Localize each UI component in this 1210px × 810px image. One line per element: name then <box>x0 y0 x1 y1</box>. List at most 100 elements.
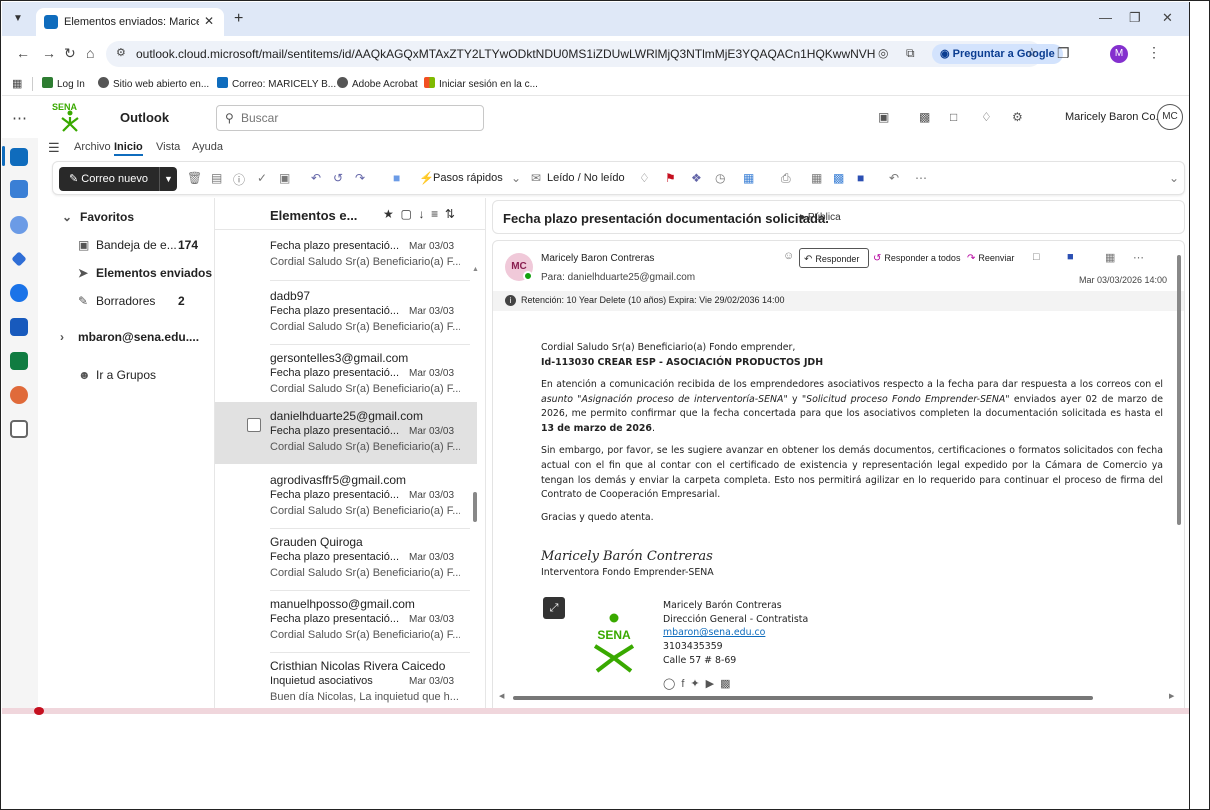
teams-icon[interactable]: ■ <box>393 171 400 185</box>
quick-steps-icon[interactable]: ⚡ <box>419 171 434 185</box>
browser-profile-avatar[interactable]: M <box>1110 45 1128 63</box>
browser-tab[interactable]: Elementos enviados: Maricely B ✕ <box>36 8 224 36</box>
tab-search-icon[interactable]: ▼ <box>10 11 26 27</box>
forward-toolbar-icon[interactable]: ↷ <box>355 171 365 185</box>
rules-icon[interactable]: ▦ <box>743 171 754 185</box>
feedback-icon[interactable]: □ <box>950 110 957 124</box>
mail-icon[interactable] <box>10 148 28 166</box>
reply-button[interactable]: ↶ Responder <box>799 248 869 268</box>
folder-inbox[interactable]: ▣ Bandeja de e... <box>78 238 177 252</box>
new-mail-button[interactable]: ✎ Correo nuevo ▼ <box>59 167 177 191</box>
search-box[interactable]: ⚲ <box>216 105 484 131</box>
instagram-icon[interactable]: ◯ <box>663 678 681 690</box>
ask-google-button[interactable]: ◉ Preguntar a Google <box>932 44 1063 64</box>
hamburger-menu-icon[interactable]: ☰ <box>48 140 60 156</box>
window-close-icon[interactable]: ✕ <box>1162 10 1173 26</box>
app-launcher-icon[interactable]: ⋯ <box>12 109 27 127</box>
filter-icon[interactable]: ≡ <box>431 207 438 221</box>
sig-email-link[interactable]: mbaron@sena.edu.co <box>663 626 808 640</box>
favorite-star-icon[interactable]: ★ <box>383 207 394 221</box>
read-unread-icon[interactable]: ✉ <box>531 171 541 185</box>
copilot-icon[interactable] <box>10 386 28 404</box>
more-apps-icon[interactable] <box>10 420 28 438</box>
bookmark-adobe[interactable]: Adobe Acrobat <box>337 77 418 90</box>
reply-all-toolbar-icon[interactable]: ↺ <box>333 171 343 185</box>
sensitivity-label[interactable]: ● Pública <box>799 212 841 223</box>
archive-icon[interactable]: ▤ <box>211 171 222 185</box>
print-icon[interactable]: ⎙ <box>781 171 791 186</box>
reply-toolbar-icon[interactable]: ↶ <box>311 171 321 185</box>
scroll-left-arrow-icon[interactable]: ◀ <box>499 692 504 700</box>
account-node[interactable]: › mbaron@sena.edu.... <box>60 330 199 344</box>
apps-grid-icon[interactable]: ▦ <box>12 77 22 90</box>
bookmark-login[interactable]: Log In <box>42 77 85 90</box>
excel-icon[interactable] <box>10 352 28 370</box>
message-checkbox[interactable] <box>247 418 261 432</box>
reading-horizontal-scrollbar[interactable] <box>513 696 1093 700</box>
sena-logo[interactable]: SENA <box>52 102 88 134</box>
emoji-reaction-icon[interactable]: ☺ <box>783 250 794 262</box>
calendar-icon[interactable] <box>10 180 28 198</box>
reply-all-button[interactable]: ↺ Responder a todos <box>873 248 960 268</box>
new-mail-dropdown-icon[interactable]: ▼ <box>159 167 177 191</box>
tab-archivo[interactable]: Archivo <box>74 141 111 153</box>
back-icon[interactable]: ← <box>16 45 30 61</box>
forward-icon[interactable]: → <box>42 45 56 61</box>
bookmark-iniciar-sesion[interactable]: Iniciar sesión en la c... <box>424 77 538 90</box>
message-item[interactable]: Grauden Quiroga Fecha plazo presentació.… <box>215 528 477 590</box>
recipient-line[interactable]: Para: danielhduarte25@gmail.com <box>541 272 695 283</box>
user-avatar[interactable]: MC <box>1157 104 1183 130</box>
bookmark-correo[interactable]: Correo: MARICELY B... <box>217 77 336 90</box>
restore-icon[interactable]: ❐ <box>1129 10 1141 26</box>
new-tab-button[interactable]: + <box>234 10 243 28</box>
acrobat-icon[interactable]: ■ <box>857 171 864 185</box>
report-icon[interactable]: ⓘ <box>233 171 245 188</box>
snooze-icon[interactable]: ◷ <box>715 171 725 185</box>
folder-drafts[interactable]: ✎ Borradores <box>78 294 155 308</box>
immersive-reader-icon[interactable]: ▩ <box>833 171 844 185</box>
message-item[interactable]: Cristhian Nicolas Rivera Caicedo Inquiet… <box>215 652 477 714</box>
word-icon[interactable] <box>10 318 28 336</box>
minimize-icon[interactable]: — <box>1099 10 1112 25</box>
teams-share-icon[interactable]: □ <box>1033 251 1040 263</box>
tracking-eye-icon[interactable]: ◎ <box>878 46 888 60</box>
install-app-icon[interactable]: ⧉ <box>906 46 915 61</box>
scroll-up-arrow-icon[interactable]: ▲ <box>472 266 479 273</box>
message-item[interactable]: agrodivasffr5@gmail.com Fecha plazo pres… <box>215 466 477 528</box>
quick-steps-dropdown-icon[interactable]: ⌄ <box>511 171 521 185</box>
linkedin-icon[interactable]: ▩ <box>720 678 736 690</box>
message-list-scrollbar[interactable] <box>473 492 477 522</box>
message-item[interactable]: gersontelles3@gmail.com Fecha plazo pres… <box>215 344 477 406</box>
sender-name[interactable]: Maricely Baron Contreras <box>541 253 654 264</box>
pin-icon[interactable]: ❖ <box>691 171 702 185</box>
tag-icon[interactable]: ♢ <box>639 171 650 185</box>
sweep-icon[interactable]: ✓ <box>257 171 267 185</box>
message-item-selected[interactable]: danielhduarte25@gmail.com Fecha plazo pr… <box>215 402 477 464</box>
meet-now-icon[interactable]: ▣ <box>878 110 889 124</box>
message-item-partial[interactable]: Fecha plazo presentació... Mar 03/03 Cor… <box>215 230 477 280</box>
undo-icon[interactable]: ↶ <box>889 171 899 185</box>
tab-ayuda[interactable]: Ayuda <box>192 141 223 153</box>
extensions-icon[interactable]: ❐ <box>1057 45 1070 62</box>
flag-icon[interactable]: ⚑ <box>665 171 676 185</box>
office-icon[interactable]: ▩ <box>919 110 930 124</box>
notifications-bell-icon[interactable]: ♢ <box>981 110 992 124</box>
browser-menu-icon[interactable]: ⋮ <box>1147 44 1161 61</box>
more-options-icon[interactable]: ⋯ <box>915 171 927 185</box>
bookmark-sitio-web[interactable]: Sitio web abierto en... <box>98 77 209 90</box>
acrobat-share-icon[interactable]: ■ <box>1067 251 1074 263</box>
quick-steps-label[interactable]: Pasos rápidos <box>433 172 503 184</box>
go-to-groups[interactable]: ☻ Ir a Grupos <box>78 368 156 382</box>
twitter-icon[interactable]: ✦ <box>690 678 705 690</box>
url-field[interactable]: ⚙ outlook.cloud.microsoft/mail/sentitems… <box>106 41 1063 67</box>
folder-sent[interactable]: ➤ Elementos enviados <box>78 266 212 280</box>
search-input[interactable] <box>241 111 471 125</box>
jump-down-icon[interactable]: ↓ <box>418 207 424 221</box>
home-icon[interactable]: ⌂ <box>86 45 94 61</box>
expand-image-icon[interactable]: ⤢ <box>543 597 565 619</box>
close-tab-icon[interactable]: ✕ <box>204 14 214 28</box>
settings-gear-icon[interactable]: ⚙ <box>1012 110 1023 124</box>
expand-ribbon-icon[interactable]: ⌄ <box>1169 171 1179 185</box>
people-icon[interactable] <box>10 216 28 234</box>
select-icon[interactable]: ▢ <box>400 207 411 221</box>
